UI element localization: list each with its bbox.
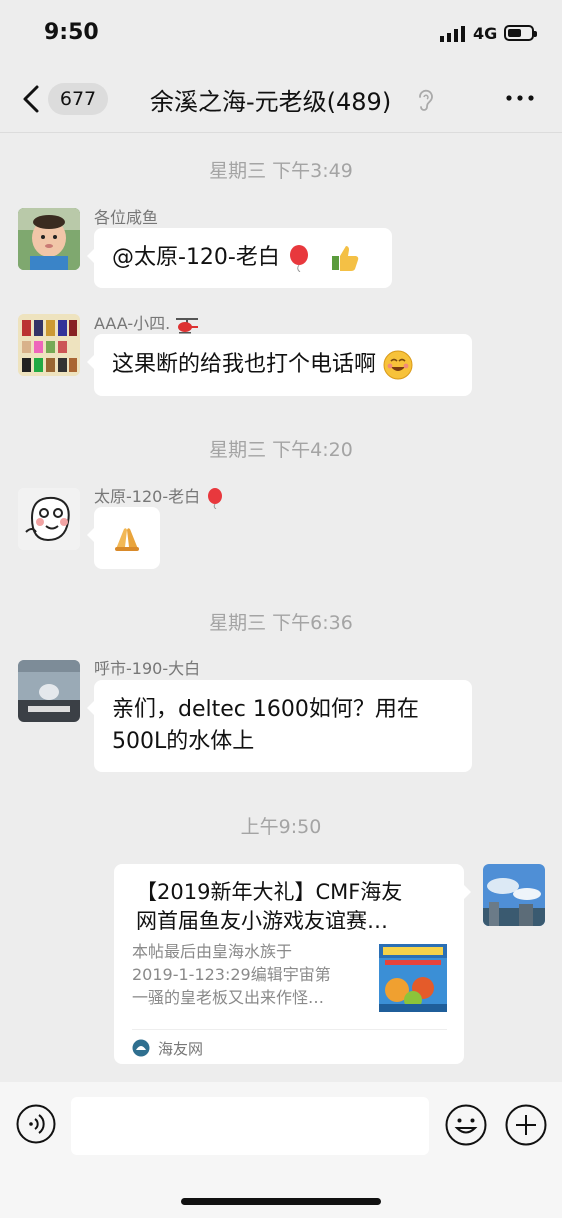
helicopter-icon: [176, 317, 199, 333]
back-chevron-icon[interactable]: [18, 84, 46, 114]
folded-hands-icon: [115, 528, 139, 551]
message-text-line-1: 亲们，deltec 1600如何？用在: [112, 697, 419, 722]
thumbs-up-icon: [331, 246, 359, 271]
link-card-source: 海友网: [158, 1040, 204, 1058]
avatar-self[interactable]: [483, 864, 545, 926]
link-card-divider: [132, 1029, 447, 1030]
ear-icon: [419, 89, 433, 111]
signal-icon: [440, 26, 465, 42]
plus-button[interactable]: [505, 1104, 547, 1146]
avatar-toys[interactable]: [18, 314, 80, 376]
emoji-button[interactable]: [445, 1104, 487, 1146]
voice-input-button[interactable]: [16, 1104, 56, 1144]
more-dots-icon: [506, 95, 534, 101]
link-card[interactable]: 【2019新年大礼】CMF海友 网首届鱼友小游戏友谊赛… 本帖最后由皇海水族于 …: [114, 864, 471, 1064]
message-bubble[interactable]: @太原-120-老白: [87, 228, 392, 288]
status-time: 9:50: [44, 20, 99, 45]
sender-name: 各位咸鱼: [94, 208, 159, 227]
link-card-thumbnail: [379, 944, 447, 1012]
sender-name: AAA-小四.: [94, 310, 199, 334]
link-card-description: 本帖最后由皇海水族于 2019-1-123:29编辑宇宙第 一骚的皇老板又出来作…: [132, 942, 331, 1007]
avatar-landscape[interactable]: [18, 660, 80, 722]
avatar-baby[interactable]: [18, 208, 80, 270]
message-bubble[interactable]: 这果断的给我也打个电话啊: [87, 334, 472, 396]
sender-name: 太原-120-老白: [94, 483, 225, 509]
home-indicator: [181, 1198, 381, 1205]
timestamp: 星期三 下午3:49: [209, 160, 353, 182]
sender-name: 呼市-190-大白: [94, 659, 201, 678]
message-text-line-2: 500L的水体上: [112, 729, 255, 754]
avatar-cartoon[interactable]: [18, 488, 80, 550]
timestamp: 上午9:50: [240, 816, 322, 838]
balloon-icon: [208, 487, 223, 509]
link-card-title: 【2019新年大礼】CMF海友 网首届鱼友小游戏友谊赛…: [136, 880, 403, 933]
message-text: @太原-120-老白: [112, 245, 280, 270]
balloon-icon: [289, 245, 308, 272]
nav-divider: [0, 132, 562, 133]
message-bubble[interactable]: [87, 507, 160, 569]
chat-title[interactable]: 余溪之海-元老级(489): [150, 82, 391, 117]
timestamp: 星期三 下午4:20: [209, 439, 353, 461]
message-bubble[interactable]: 亲们，deltec 1600如何？用在 500L的水体上: [87, 680, 472, 772]
message-input[interactable]: [71, 1097, 429, 1155]
message-text: 这果断的给我也打个电话啊: [112, 352, 377, 377]
battery-icon: [504, 25, 537, 41]
timestamp: 星期三 下午6:36: [209, 612, 353, 634]
more-options-button[interactable]: [504, 90, 536, 106]
source-logo-icon: [132, 1039, 150, 1057]
network-type: 4G: [473, 24, 498, 43]
unread-count-badge[interactable]: 677: [48, 83, 108, 115]
smile-icon: [383, 350, 413, 380]
